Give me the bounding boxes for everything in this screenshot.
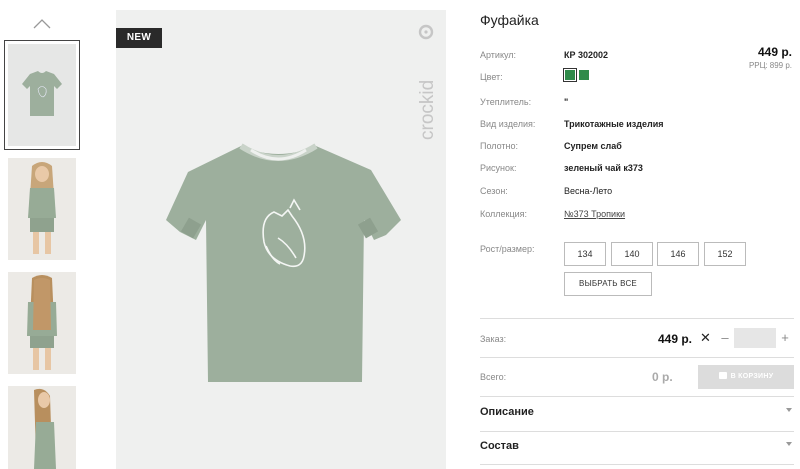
- select-all-button[interactable]: ВЫБРАТЬ ВСЕ: [564, 272, 652, 296]
- divider: [480, 464, 794, 465]
- main-product-image[interactable]: NEW crockid: [116, 10, 446, 469]
- attr-fabric: Полотно: Супрем слаб: [480, 141, 780, 155]
- chevron-up-icon[interactable]: [30, 16, 54, 32]
- svg-text:crockid: crockid: [417, 80, 436, 140]
- attr-label: Рисунок:: [480, 163, 517, 173]
- color-swatch-selected[interactable]: [563, 68, 577, 82]
- attr-label: Цвет:: [480, 72, 503, 82]
- divider: [480, 318, 794, 319]
- attr-value: Весна-Лето: [564, 186, 613, 196]
- order-label: Заказ:: [480, 334, 507, 344]
- thumbnail-gallery: [0, 0, 84, 469]
- thumbnail-1[interactable]: [4, 40, 80, 150]
- accordion-title: Описание: [480, 406, 534, 418]
- product-title: Фуфайка: [480, 12, 539, 28]
- attr-season: Сезон: Весна-Лето: [480, 186, 780, 200]
- qty-increase-button[interactable]: +: [778, 330, 792, 345]
- cart-button-label: В КОРЗИНУ: [730, 373, 774, 380]
- attr-insulation: Утеплитель: ": [480, 97, 780, 111]
- thumbnail-2[interactable]: [8, 158, 76, 260]
- thumbnail-3[interactable]: [8, 272, 76, 374]
- size-button-134[interactable]: 134: [564, 242, 606, 266]
- thumbnail-4[interactable]: [8, 386, 76, 469]
- order-price: 449 р.: [658, 332, 693, 346]
- collection-link[interactable]: №373 Тропики: [564, 209, 625, 219]
- attr-value: Супрем слаб: [564, 141, 622, 151]
- tshirt-thumb-image: [22, 71, 62, 116]
- tshirt-image: [166, 143, 401, 382]
- size-button-140[interactable]: 140: [611, 242, 653, 266]
- attr-label: Вид изделия:: [480, 119, 536, 129]
- new-badge: NEW: [116, 28, 162, 48]
- attr-label: Полотно:: [480, 141, 519, 151]
- total-label: Всего:: [480, 372, 507, 382]
- cart-icon: [718, 372, 727, 380]
- color-swatch[interactable]: [579, 70, 589, 80]
- accordion-description[interactable]: Описание: [480, 398, 794, 428]
- attr-value: ": [564, 97, 569, 107]
- qty-decrease-button[interactable]: –: [718, 330, 732, 345]
- brand-logo: crockid: [417, 24, 436, 140]
- divider: [480, 396, 794, 397]
- attr-color: Цвет:: [480, 68, 780, 86]
- attr-value: КР 302002: [564, 50, 609, 60]
- chevron-down-icon: [786, 408, 792, 412]
- attr-label: Коллекция:: [480, 209, 528, 219]
- size-button-146[interactable]: 146: [657, 242, 699, 266]
- size-label: Рост/размер:: [480, 244, 535, 254]
- total-value: 0 р.: [652, 370, 673, 384]
- attr-print: Рисунок: зеленый чай к373: [480, 163, 780, 177]
- divider: [480, 357, 794, 358]
- qty-input[interactable]: [734, 328, 776, 348]
- times-icon: ✕: [700, 330, 711, 345]
- model-side-image: [8, 386, 76, 469]
- attr-article: Артикул: КР 302002: [480, 50, 780, 64]
- chevron-down-icon: [786, 442, 792, 446]
- model-back-image: [8, 272, 76, 374]
- attr-value: Трикотажные изделия: [564, 119, 664, 129]
- accordion-composition[interactable]: Состав: [480, 432, 794, 462]
- attr-label: Артикул:: [480, 50, 517, 60]
- attr-value: зеленый чай к373: [564, 163, 643, 173]
- model-front-image: [8, 158, 76, 260]
- accordion-title: Состав: [480, 440, 519, 452]
- attr-collection: Коллекция: №373 Тропики: [480, 209, 780, 223]
- attr-product-type: Вид изделия: Трикотажные изделия: [480, 119, 780, 133]
- attr-label: Утеплитель:: [480, 97, 532, 107]
- attr-label: Сезон:: [480, 186, 508, 196]
- size-button-152[interactable]: 152: [704, 242, 746, 266]
- add-to-cart-button[interactable]: В КОРЗИНУ: [698, 365, 794, 389]
